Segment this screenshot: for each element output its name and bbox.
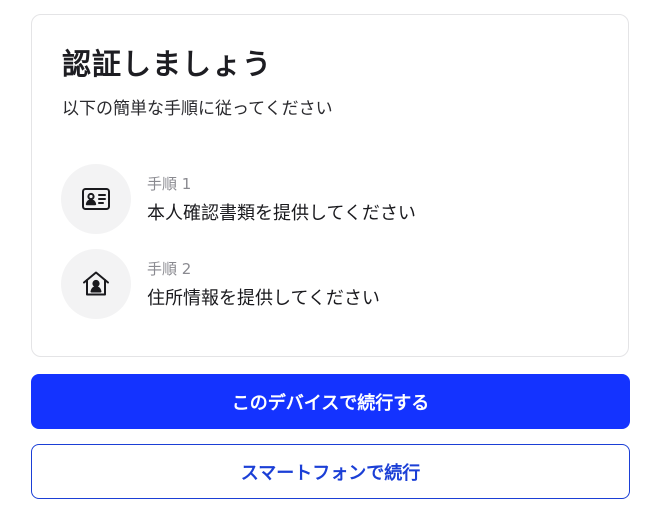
continue-on-device-button[interactable]: このデバイスで続行する <box>31 374 630 429</box>
continue-on-smartphone-button[interactable]: スマートフォンで続行 <box>31 444 630 499</box>
step-description: 住所情報を提供してください <box>147 288 380 309</box>
page-subtitle: 以下の簡単な手順に従ってください <box>62 99 333 119</box>
step-number-label: 手順 1 <box>147 175 192 193</box>
id-card-icon <box>61 164 131 234</box>
home-person-icon <box>61 249 131 319</box>
step-item-1: 手順 1 本人確認書類を提供してください <box>61 164 601 234</box>
step-item-2: 手順 2 住所情報を提供してください <box>61 249 601 319</box>
step-description: 本人確認書類を提供してください <box>147 203 416 224</box>
step-number-label: 手順 2 <box>147 260 192 278</box>
page-title: 認証しましょう <box>62 47 273 81</box>
verification-card: 認証しましょう 以下の簡単な手順に従ってください 手順 1 本人確認書類を提供し… <box>31 14 629 357</box>
